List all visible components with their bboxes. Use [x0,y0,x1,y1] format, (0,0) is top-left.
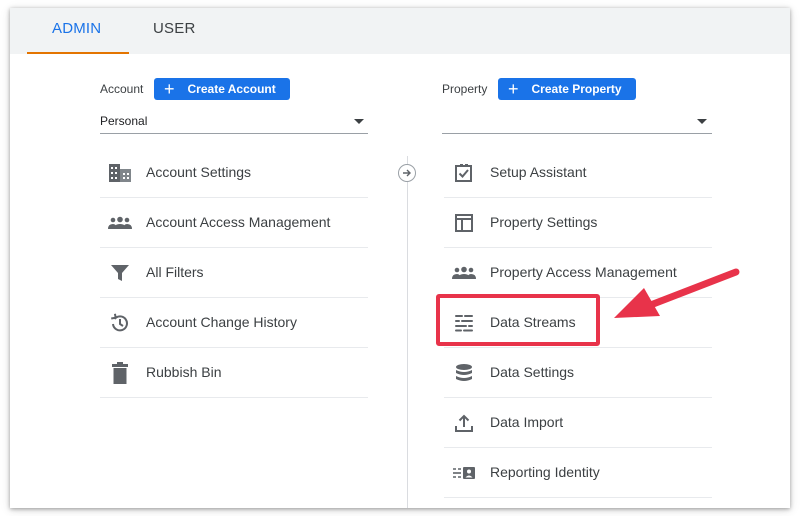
setup-assistant-item[interactable]: Setup Assistant [444,148,712,198]
layout-icon [452,212,476,234]
menu-item-label: Account Change History [146,314,297,330]
filter-icon [108,262,132,284]
menu-item-label: All Filters [146,264,204,280]
data-import-item[interactable]: Data Import [444,398,712,448]
create-account-label: Create Account [187,82,276,96]
tab-user[interactable]: USER [153,20,195,37]
account-select-underline [100,133,368,134]
menu-item-label: Data Import [490,414,564,430]
identity-icon [452,462,476,484]
annotation-arrow-icon [614,268,740,318]
checkbox-icon [452,162,476,184]
menu-item-label: Account Access Management [146,214,331,230]
property-select-underline [442,133,712,134]
column-divider [407,156,408,508]
menu-item-label: Setup Assistant [490,164,587,180]
create-property-button[interactable]: + Create Property [498,78,636,100]
create-property-label: Create Property [531,82,622,96]
arrow-right-circle-icon[interactable] [398,164,416,182]
tab-admin[interactable]: ADMIN [52,20,101,37]
account-menu: Account Settings Account Access Manageme… [100,148,368,398]
data-streams-highlight-box [436,294,600,346]
menu-item-label: Account Settings [146,164,252,180]
people-icon [108,212,132,234]
rubbish-bin-item[interactable]: Rubbish Bin [100,348,368,398]
account-select-value[interactable]: Personal [100,114,147,128]
active-tab-indicator [27,52,129,54]
account-settings-item[interactable]: Account Settings [100,148,368,198]
upload-icon [452,412,476,434]
building-icon [108,162,132,184]
top-tab-bar: ADMIN USER [10,8,790,54]
property-label: Property [442,82,488,96]
all-filters-item[interactable]: All Filters [100,248,368,298]
database-icon [452,362,476,384]
history-icon [108,312,132,334]
menu-item-label: Property Settings [490,214,598,230]
chevron-down-icon[interactable] [697,119,707,124]
data-settings-item[interactable]: Data Settings [444,348,712,398]
chevron-down-icon[interactable] [354,119,364,124]
account-access-management-item[interactable]: Account Access Management [100,198,368,248]
admin-panel: ADMIN USER Account + Create Account Pers… [10,8,790,508]
account-label: Account [100,82,144,96]
plus-icon: + [508,79,519,99]
menu-item-label: Data Settings [490,364,575,380]
account-change-history-item[interactable]: Account Change History [100,298,368,348]
menu-item-label: Rubbish Bin [146,364,222,380]
menu-item-label: Reporting Identity [490,464,600,480]
plus-icon: + [164,79,175,99]
trash-icon [108,362,132,384]
people-icon [452,262,476,284]
property-settings-item[interactable]: Property Settings [444,198,712,248]
create-account-button[interactable]: + Create Account [154,78,290,100]
reporting-identity-item[interactable]: Reporting Identity [444,448,712,498]
